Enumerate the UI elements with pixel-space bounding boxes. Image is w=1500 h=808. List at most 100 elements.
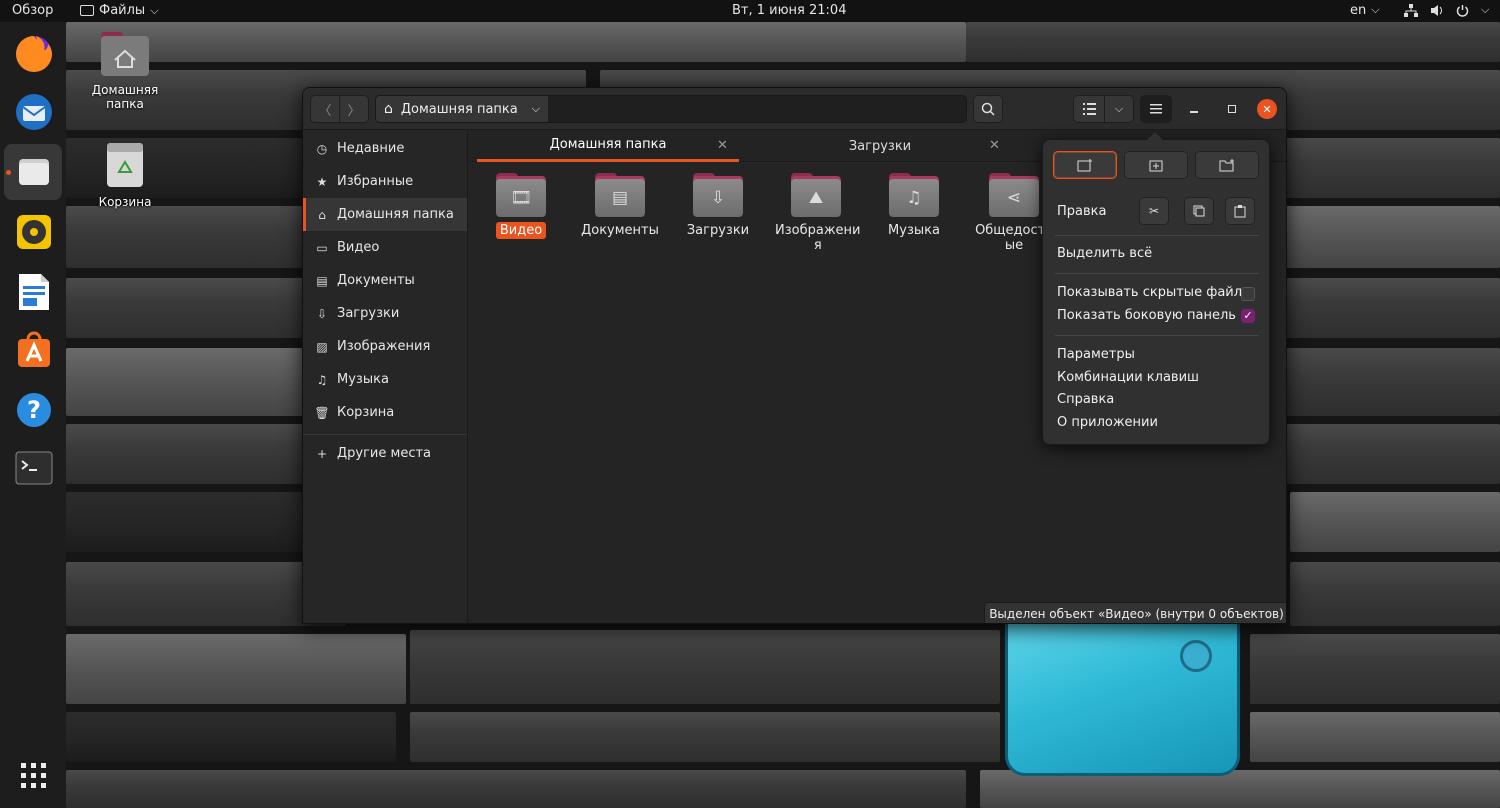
sidebar-item-starred[interactable]: ★ Избранные <box>303 165 467 198</box>
path-crumb-home[interactable]: ⌂ Домашняя папка ⌵ <box>376 96 548 122</box>
app-grid-icon <box>21 763 46 788</box>
thunderbird-launcher[interactable] <box>12 90 56 134</box>
home-icon: ⌂ <box>384 101 393 117</box>
view-list-button[interactable] <box>1073 95 1105 123</box>
new-window-button[interactable] <box>1053 151 1117 179</box>
sidebar-item-videos[interactable]: ▭ Видео <box>303 231 467 264</box>
sidebar-item-trash[interactable]: 🗑 Корзина <box>303 396 467 429</box>
writer-launcher[interactable] <box>12 270 56 314</box>
paste-button[interactable] <box>1225 197 1255 225</box>
copy-icon <box>1193 205 1205 217</box>
preferences-item[interactable]: Параметры <box>1057 347 1135 362</box>
files-launcher[interactable] <box>12 150 56 194</box>
help-item[interactable]: Справка <box>1057 392 1114 407</box>
view-options-button[interactable]: ⌵ <box>1104 95 1134 123</box>
sidebar: ◷ Недавние ★ Избранные ⌂ Домашняя папка … <box>303 130 468 623</box>
show-hidden-checkbox[interactable] <box>1241 287 1255 301</box>
image-icon: ⛰ <box>808 188 824 208</box>
svg-text:?: ? <box>27 396 41 424</box>
sidebar-item-pictures[interactable]: ▨ Изображения <box>303 330 467 363</box>
copy-button[interactable] <box>1184 197 1214 225</box>
film-icon: 🎞 <box>510 188 532 208</box>
sidebar-separator <box>303 434 467 435</box>
tab-close-icon[interactable]: ✕ <box>717 138 728 153</box>
cut-button[interactable]: ✂ <box>1139 197 1169 225</box>
minimize-button[interactable] <box>1184 99 1204 119</box>
new-tab-icon <box>1149 160 1163 171</box>
about-item[interactable]: О приложении <box>1057 415 1158 430</box>
files-icon <box>19 159 49 185</box>
menu-separator <box>1055 273 1259 274</box>
terminal-launcher[interactable] <box>12 446 56 490</box>
download-icon: ⇩ <box>316 306 328 321</box>
system-tray[interactable]: ⌵ <box>1404 3 1489 17</box>
tab-label: Загрузки <box>848 138 912 154</box>
select-all-item[interactable]: Выделить всё <box>1057 246 1152 261</box>
tab-label: Домашняя папка <box>549 137 667 152</box>
sidebar-item-music[interactable]: ♫ Музыка <box>303 363 467 396</box>
file-item-pictures[interactable]: ⛰ Изображени я <box>771 173 861 254</box>
help-launcher[interactable]: ? <box>12 388 56 432</box>
sidebar-item-documents[interactable]: ▤ Документы <box>303 264 467 297</box>
close-button[interactable]: ✕ <box>1257 99 1277 119</box>
file-item-downloads[interactable]: ⇩ Загрузки <box>673 173 763 239</box>
sidebar-item-label: Загрузки <box>337 306 400 321</box>
new-tab-button[interactable] <box>1124 151 1188 179</box>
back-button[interactable]: 〈 <box>310 95 340 123</box>
main-menu-button[interactable] <box>1140 95 1172 123</box>
show-apps-button[interactable] <box>12 754 56 798</box>
shortcuts-item[interactable]: Комбинации клавиш <box>1057 370 1199 385</box>
new-folder-button[interactable] <box>1195 151 1259 179</box>
file-label: Видео <box>495 222 547 239</box>
chevron-right-icon: 〉 <box>347 103 361 119</box>
software-launcher[interactable] <box>12 328 56 372</box>
checkmark-icon: ✓ <box>1243 309 1253 322</box>
chevron-down-icon: ⌵ <box>531 102 540 115</box>
chevron-down-icon: ⌵ <box>1114 102 1124 115</box>
tab-downloads[interactable]: Загрузки <box>749 130 1011 162</box>
tab-home[interactable]: Домашняя папка <box>477 130 739 162</box>
firefox-icon <box>16 36 52 72</box>
sidebar-item-label: Недавние <box>337 141 405 156</box>
home-folder-icon <box>101 32 149 76</box>
sidebar-item-recent[interactable]: ◷ Недавние <box>303 132 467 165</box>
libreoffice-writer-icon <box>19 274 49 310</box>
file-item-videos[interactable]: 🎞 Видео <box>476 173 566 239</box>
sidebar-item-label: Документы <box>337 273 415 288</box>
sidebar-item-label: Корзина <box>337 405 395 420</box>
folder-icon: ⋖ <box>989 173 1039 217</box>
forward-button[interactable]: 〉 <box>339 95 369 123</box>
sidebar-item-home[interactable]: ⌂ Домашняя папка <box>303 198 467 231</box>
app-menu-label: Файлы <box>99 3 146 18</box>
running-indicator <box>6 170 11 175</box>
app-menu[interactable]: Файлы ⌵ <box>80 3 159 18</box>
desktop-home-folder[interactable]: Домашняя папка <box>72 30 178 111</box>
paste-icon <box>1234 204 1246 217</box>
language-indicator[interactable]: en ⌵ <box>1350 3 1380 18</box>
file-label: Музыка <box>888 223 940 238</box>
desktop-home-label: Домашняя папка <box>91 83 159 111</box>
show-hidden-item[interactable]: Показывать скрытые файлы <box>1057 285 1252 300</box>
sidebar-item-downloads[interactable]: ⇩ Загрузки <box>303 297 467 330</box>
plus-icon: + <box>316 446 328 461</box>
trash-icon <box>107 143 143 187</box>
clock-icon: ◷ <box>316 141 328 156</box>
show-sidebar-item[interactable]: Показать боковую панель <box>1057 308 1236 323</box>
search-button[interactable] <box>973 95 1003 123</box>
sidebar-item-other-locations[interactable]: + Другие места <box>303 437 467 470</box>
rhythmbox-launcher[interactable] <box>12 210 56 254</box>
file-item-music[interactable]: ♫ Музыка <box>869 173 959 239</box>
chevron-left-icon: 〈 <box>318 103 332 119</box>
desktop-trash[interactable]: Корзина <box>88 140 162 209</box>
trash-icon: 🗑 <box>314 405 330 420</box>
file-label: Изображени я <box>775 223 861 253</box>
firefox-launcher[interactable] <box>12 32 56 76</box>
tab-close-icon[interactable]: ✕ <box>989 138 1000 153</box>
file-item-documents[interactable]: ▤ Документы <box>575 173 665 239</box>
show-sidebar-checkbox[interactable]: ✓ <box>1241 309 1255 323</box>
list-view-icon <box>1082 103 1096 115</box>
path-bar[interactable]: ⌂ Домашняя папка ⌵ <box>375 95 967 123</box>
activities-button[interactable]: Обзор <box>12 3 53 18</box>
clock[interactable]: Вт, 1 июня 21:04 <box>732 3 846 18</box>
maximize-button[interactable] <box>1222 99 1242 119</box>
